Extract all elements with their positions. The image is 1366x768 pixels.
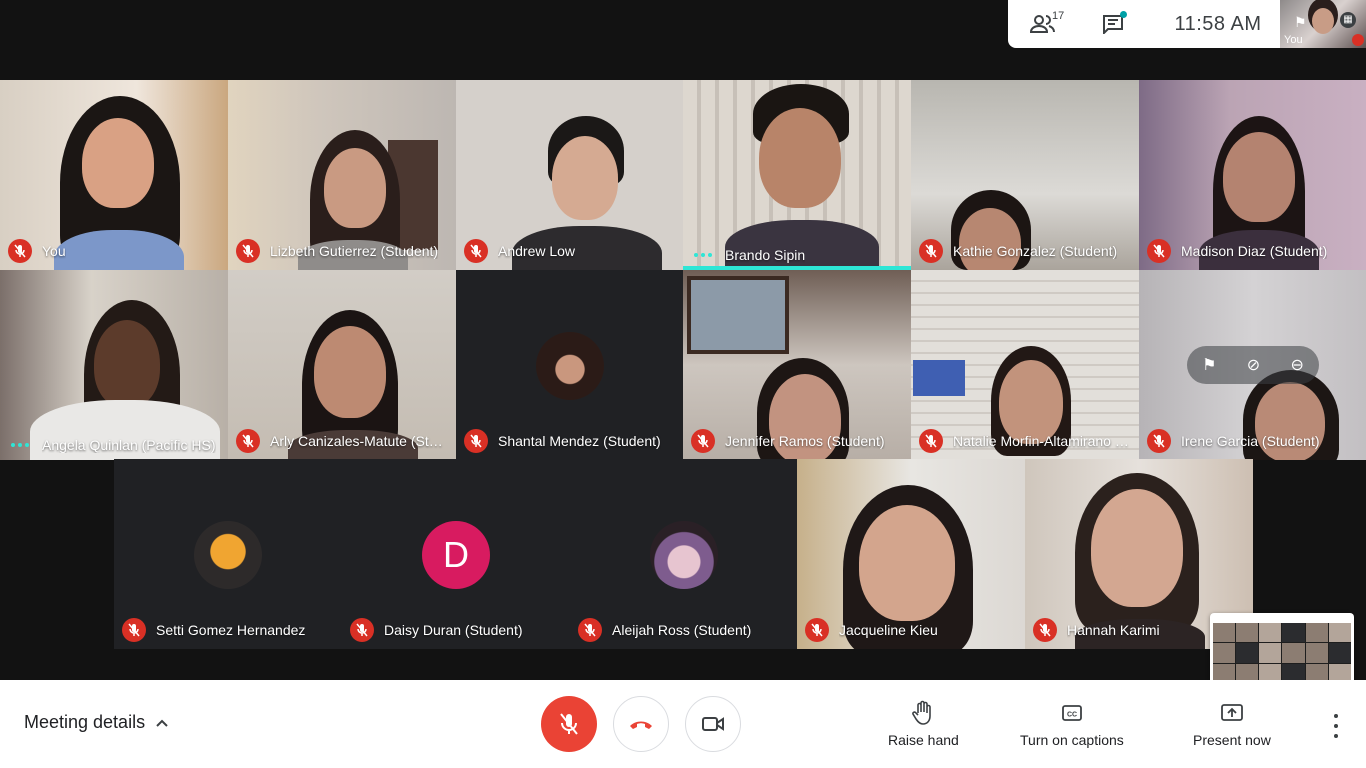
speaking-indicator: [8, 443, 32, 447]
mic-off-icon: [1033, 618, 1057, 642]
participants-button[interactable]: 17: [1008, 10, 1078, 34]
meeting-details-label: Meeting details: [24, 712, 146, 732]
mic-off-icon: [560, 713, 578, 735]
mute-participant-icon[interactable]: ⊘: [1247, 355, 1260, 375]
participant-label: Brando Sipin: [691, 247, 905, 263]
pin-icon[interactable]: ⚑: [1202, 355, 1216, 375]
participant-label: Natalie Morfin-Altamirano (Student): [919, 429, 1133, 453]
participant-tile[interactable]: You: [0, 80, 228, 270]
participant-label: Daisy Duran (Student): [350, 618, 564, 642]
participant-label: Kathie Gonzalez (Student): [919, 239, 1133, 263]
pin-icon[interactable]: ⚑: [1294, 14, 1307, 31]
participant-label: Jacqueline Kieu: [805, 618, 1019, 642]
participant-tile[interactable]: ⚑ ⊘ ⊖ Irene Garcia (Student): [1139, 270, 1366, 460]
chat-button[interactable]: [1078, 11, 1148, 34]
self-view-thumbnail[interactable]: ⚑ ▦ You: [1280, 0, 1366, 48]
present-now-label: Present now: [1193, 732, 1271, 748]
participant-label: Shantal Mendez (Student): [464, 429, 678, 453]
participant-tile[interactable]: Kathie Gonzalez (Student): [911, 80, 1139, 270]
mic-off-icon: [578, 618, 602, 642]
participant-count: 17: [1052, 10, 1065, 22]
clock: 11:58 AM: [1174, 12, 1262, 35]
participant-tile[interactable]: Arly Canizales-Matute (Student): [228, 270, 456, 460]
present-now-button[interactable]: Present now: [1193, 700, 1271, 748]
mic-off-icon: [236, 239, 260, 263]
mic-toggle-button[interactable]: [541, 696, 597, 752]
tile-hover-controls: ⚑ ⊘ ⊖: [1187, 346, 1319, 384]
mic-off-icon: [236, 429, 260, 453]
mic-off-icon: [919, 429, 943, 453]
participant-label: Jennifer Ramos (Student): [691, 429, 905, 453]
participant-tile[interactable]: Lizbeth Gutierrez (Student): [228, 80, 456, 270]
participant-label: Angela Quinlan (Pacific HS): [8, 437, 222, 453]
participant-label: Arly Canizales-Matute (Student): [236, 429, 450, 453]
camera-toggle-button[interactable]: [685, 696, 741, 752]
participant-label: You: [8, 239, 222, 263]
chevron-up-icon: [155, 715, 169, 731]
captions-icon: CC: [1061, 705, 1082, 721]
participant-avatar: [650, 521, 718, 589]
remove-participant-icon[interactable]: ⊖: [1290, 355, 1303, 375]
videocam-icon: [702, 717, 724, 731]
present-icon: [1221, 704, 1243, 721]
mic-off-icon: [464, 239, 488, 263]
participant-avatar: D: [422, 521, 490, 589]
mic-off-icon: [350, 618, 374, 642]
participant-tile[interactable]: Brando Sipin: [683, 80, 911, 270]
svg-text:CC: CC: [1067, 712, 1077, 719]
meeting-details-button[interactable]: Meeting details: [24, 712, 169, 733]
mic-off-icon: [805, 618, 829, 642]
mic-off-icon: [691, 429, 715, 453]
participant-tile[interactable]: Andrew Low: [456, 80, 684, 270]
participant-tile[interactable]: Madison Diaz (Student): [1139, 80, 1366, 270]
layout-icon[interactable]: ▦: [1340, 12, 1356, 28]
mic-off-icon: [919, 239, 943, 263]
speaking-indicator: [691, 253, 715, 257]
participant-tile[interactable]: Setti Gomez Hernandez: [114, 459, 342, 649]
mic-off-icon: [122, 618, 146, 642]
participant-label: Setti Gomez Hernandez: [122, 618, 336, 642]
participant-tile[interactable]: Angela Quinlan (Pacific HS): [0, 270, 228, 460]
mic-off-icon: [464, 429, 488, 453]
hand-icon: [912, 700, 932, 725]
self-view-label: You: [1284, 34, 1303, 46]
participant-label: Andrew Low: [464, 239, 678, 263]
call-end-icon: [630, 721, 652, 729]
chat-unread-dot: [1120, 11, 1127, 18]
leave-call-button[interactable]: [613, 696, 669, 752]
participant-tile[interactable]: Natalie Morfin-Altamirano (Student): [911, 270, 1139, 460]
participant-label: Lizbeth Gutierrez (Student): [236, 239, 450, 263]
participant-avatar: [194, 521, 262, 589]
more-vert-icon[interactable]: [1326, 714, 1346, 738]
raise-hand-label: Raise hand: [888, 732, 959, 748]
participant-label: Aleijah Ross (Student): [578, 618, 792, 642]
mic-off-icon: [1147, 239, 1171, 263]
participant-label: Irene Garcia (Student): [1147, 429, 1361, 453]
self-view-face: [1312, 8, 1334, 34]
participant-tile[interactable]: D Daisy Duran (Student): [342, 459, 570, 649]
raise-hand-button[interactable]: Raise hand: [888, 700, 959, 748]
mic-off-icon: [1352, 34, 1364, 46]
participant-tile[interactable]: Jacqueline Kieu: [797, 459, 1025, 649]
participant-tile[interactable]: Aleijah Ross (Student): [570, 459, 798, 649]
captions-label: Turn on captions: [1020, 732, 1124, 748]
participant-tile[interactable]: Jennifer Ramos (Student): [683, 270, 911, 460]
participant-tile[interactable]: Shantal Mendez (Student): [456, 270, 684, 460]
mic-off-icon: [1147, 429, 1171, 453]
control-bar: Meeting details Raise hand CC Turn on ca…: [0, 680, 1366, 768]
captions-button[interactable]: CC Turn on captions: [1020, 700, 1124, 748]
participant-label: Madison Diaz (Student): [1147, 239, 1361, 263]
participant-avatar: [536, 332, 604, 400]
mic-off-icon: [8, 239, 32, 263]
